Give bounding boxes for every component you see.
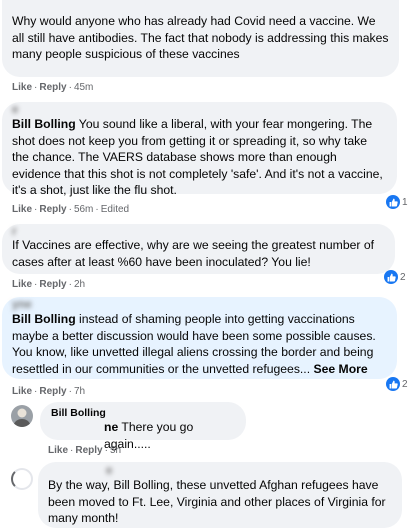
comment-timestamp[interactable]: 2h bbox=[74, 279, 85, 290]
comment-text: Why would anyone who has already had Cov… bbox=[12, 14, 389, 61]
edited-label[interactable]: Edited bbox=[101, 204, 129, 215]
like-thumb-icon bbox=[384, 270, 398, 284]
reply-button[interactable]: Reply bbox=[39, 82, 66, 93]
user-avatar[interactable] bbox=[11, 405, 33, 427]
commenter-name[interactable]: Bill Bolling bbox=[51, 407, 235, 419]
comment-bubble: r If Vaccines are effective, why are we … bbox=[2, 224, 395, 274]
comment-text: Bill Bolling instead of shaming people i… bbox=[12, 312, 376, 376]
see-more-link[interactable]: See More bbox=[313, 362, 367, 376]
loading-avatar bbox=[11, 468, 33, 490]
comment-actions: Like · Reply · 2h bbox=[12, 279, 86, 290]
comment-text: Bill Bolling You sound like a liberal, w… bbox=[12, 117, 383, 197]
mention-tag[interactable]: Bill Bolling bbox=[12, 117, 76, 131]
like-button[interactable]: Like bbox=[12, 386, 32, 397]
commenter-name[interactable]: e bbox=[48, 465, 392, 477]
reaction-count[interactable]: 2 bbox=[386, 376, 408, 392]
comment-timestamp[interactable]: 7h bbox=[74, 386, 85, 397]
comment-bubble: yne Bill Bolling instead of shaming peop… bbox=[2, 297, 397, 379]
like-button[interactable]: Like bbox=[48, 445, 68, 456]
commenter-name[interactable]: e bbox=[12, 105, 387, 116]
comment-actions: Like · Reply · 7h bbox=[12, 386, 86, 397]
comment-bubble: Why would anyone who has already had Cov… bbox=[2, 0, 399, 77]
reply-button[interactable]: Reply bbox=[39, 279, 66, 290]
like-thumb-icon bbox=[386, 195, 400, 209]
comment-actions: Like · Reply · 56m · Edited bbox=[12, 204, 130, 215]
commenter-name[interactable]: r bbox=[12, 227, 385, 237]
like-button[interactable]: Like bbox=[12, 82, 32, 93]
like-thumb-icon bbox=[386, 377, 400, 391]
comment-text: By the way, Bill Bolling, these unvetted… bbox=[48, 478, 386, 525]
reply-button[interactable]: Reply bbox=[75, 445, 102, 456]
comment-bubble: e By the way, Bill Bolling, these unvett… bbox=[38, 462, 402, 528]
reply-button[interactable]: Reply bbox=[39, 204, 66, 215]
reaction-count[interactable]: 2 bbox=[384, 269, 406, 285]
like-button[interactable]: Like bbox=[12, 279, 32, 290]
reaction-count[interactable]: 1 bbox=[386, 194, 408, 210]
reply-button[interactable]: Reply bbox=[39, 386, 66, 397]
commenter-name[interactable]: yne bbox=[12, 300, 387, 311]
comment-timestamp[interactable]: 45m bbox=[74, 82, 93, 93]
comment-actions: Like · Reply · 5h bbox=[48, 445, 122, 456]
comment-text: If Vaccines are effective, why are we se… bbox=[12, 238, 374, 269]
comment-timestamp[interactable]: 56m bbox=[74, 204, 93, 215]
mention-tag[interactable]: Bill Bolling bbox=[12, 312, 76, 326]
comment-bubble: Bill Bolling ne There you go again..... bbox=[40, 402, 246, 451]
comment-bubble: e Bill Bolling You sound like a liberal,… bbox=[2, 102, 397, 197]
commenter-name[interactable] bbox=[12, 5, 389, 13]
comment-actions: Like · Reply · 45m bbox=[12, 82, 94, 93]
mention-tag[interactable]: ne bbox=[104, 420, 118, 434]
comment-timestamp[interactable]: 5h bbox=[110, 445, 121, 456]
like-button[interactable]: Like bbox=[12, 204, 32, 215]
